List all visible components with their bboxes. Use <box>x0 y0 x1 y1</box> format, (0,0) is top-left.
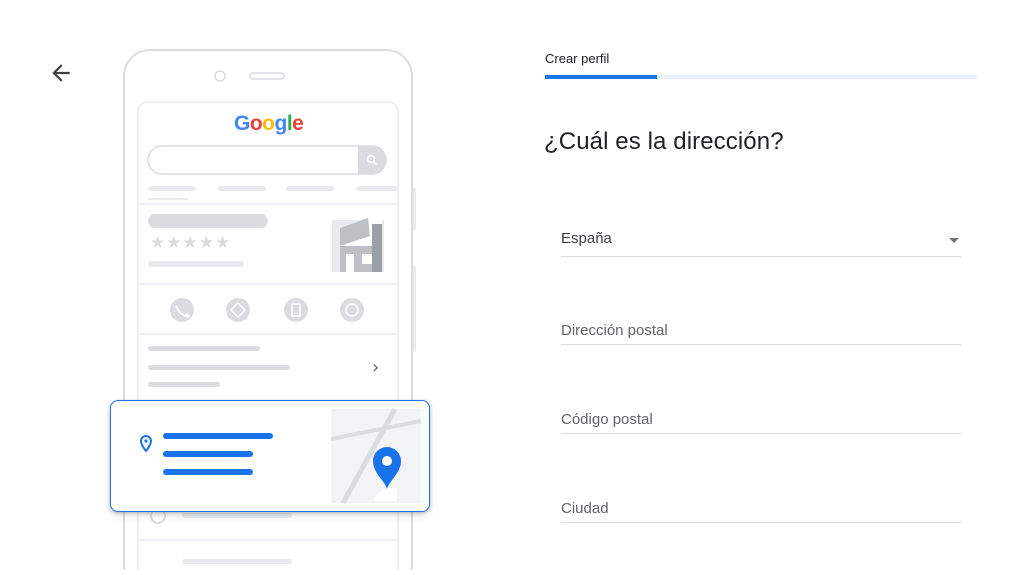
logo-letter: g <box>274 112 288 135</box>
address-card-illustration <box>110 400 430 512</box>
address-field-container <box>561 312 961 346</box>
progress-bar <box>545 75 658 79</box>
postal-code-field-container <box>561 401 961 435</box>
logo-letter: G <box>234 112 250 135</box>
search-bar <box>147 145 387 175</box>
store-icon <box>332 218 384 272</box>
country-select[interactable]: España <box>561 224 961 257</box>
logo-letter: e <box>292 112 304 135</box>
page-title: ¿Cuál es la dirección? <box>544 128 784 155</box>
logo-letter: o <box>262 112 275 135</box>
city-field-container <box>561 490 961 524</box>
address-line <box>163 469 253 475</box>
google-logo: Google <box>234 112 304 136</box>
search-button <box>358 146 386 174</box>
step-label: Crear perfil <box>545 51 610 66</box>
location-pin-icon <box>139 435 153 453</box>
rating-stars: ★★★★★ <box>150 233 232 253</box>
address-line <box>163 451 253 457</box>
postal-code-field[interactable] <box>561 403 961 435</box>
city-field[interactable] <box>561 492 961 524</box>
logo-letter: o <box>249 112 263 135</box>
address-line <box>163 433 273 439</box>
chevron-right-icon: › <box>372 357 379 378</box>
dropdown-arrow-icon <box>949 238 959 243</box>
address-field[interactable] <box>561 314 961 346</box>
arrow-back-icon <box>52 64 70 82</box>
country-value: España <box>561 230 612 247</box>
back-button[interactable] <box>48 60 74 86</box>
